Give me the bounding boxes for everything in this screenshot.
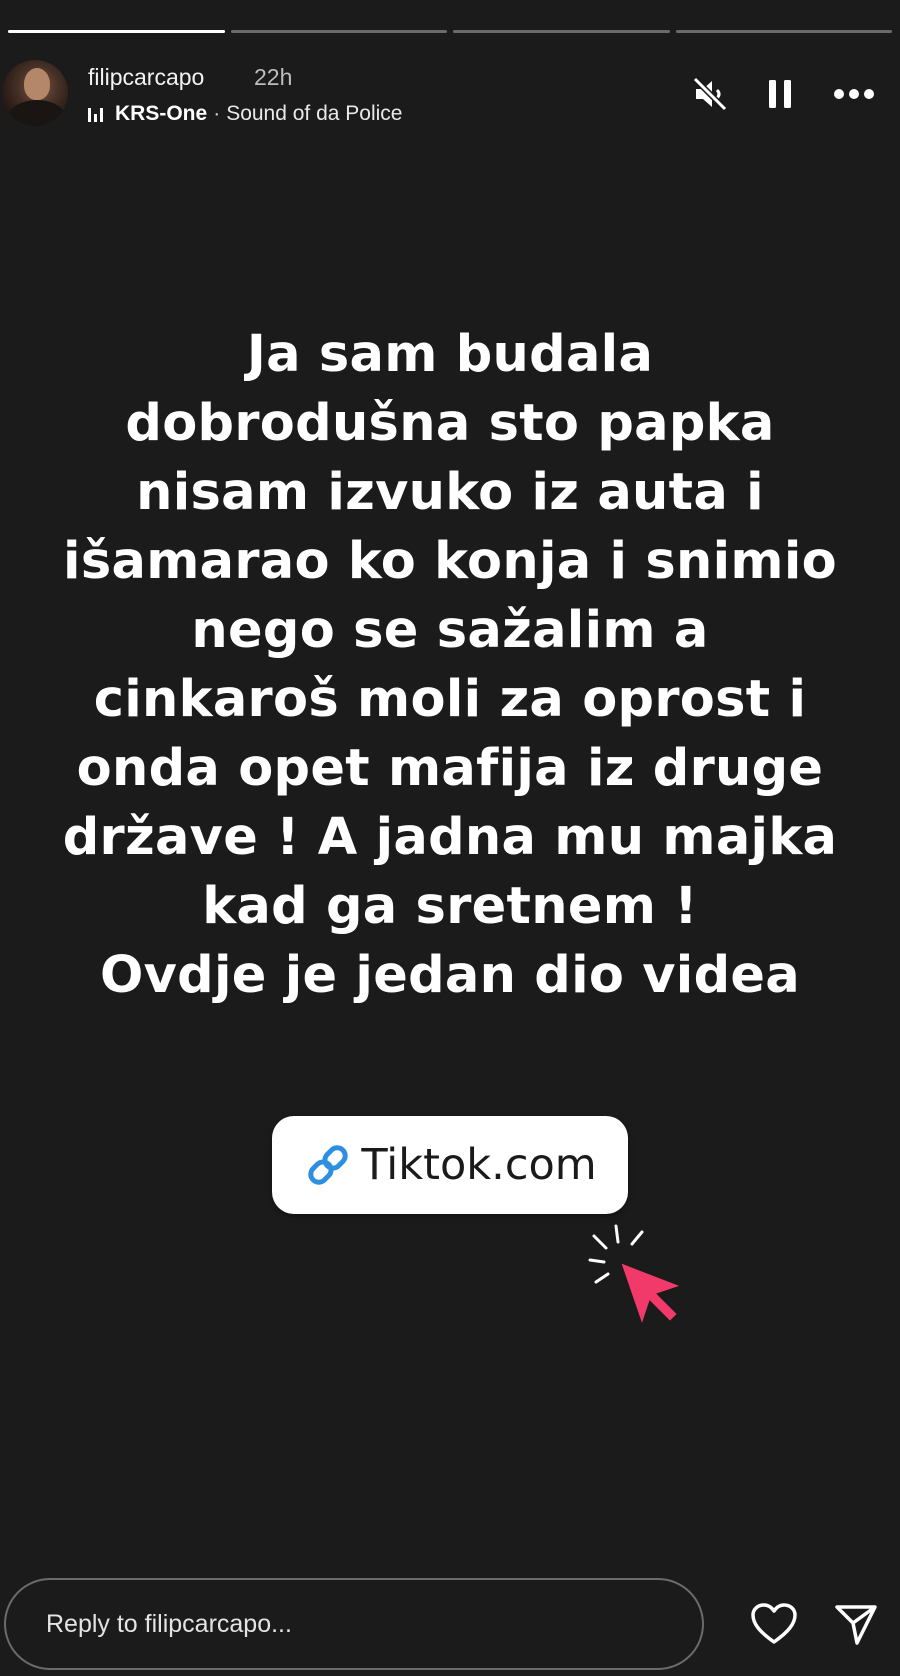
music-song: Sound of da Police: [226, 102, 403, 125]
progress-segment: [453, 30, 670, 33]
story-viewer: filipcarcapo 22h KRS-One · Sound of da P…: [0, 0, 900, 1676]
heart-icon: [751, 1603, 797, 1644]
link-sticker-label: Tiktok.com: [361, 1140, 597, 1190]
avatar-face: [24, 68, 50, 100]
story-text-line: cinkaroš moli za oprost i: [93, 670, 807, 729]
story-text-line: Ovdje je jedan dio videa: [99, 946, 801, 1005]
timestamp: 22h: [254, 64, 293, 90]
speaker-muted-icon: [692, 76, 728, 112]
story-text-line: onda opet mafija iz druge: [76, 739, 824, 798]
pointer-cursor-icon: [588, 1224, 685, 1330]
pause-button[interactable]: [758, 72, 802, 116]
link-icon: [308, 1145, 349, 1185]
progress-segment: [675, 30, 892, 33]
story-text-line: nego se sažalim a: [191, 601, 709, 660]
story-text-line: dobrodušna sto papka: [125, 394, 775, 453]
progress-fill: [8, 30, 225, 33]
story-text-line: države ! A jadna mu majka: [62, 808, 838, 867]
story-text-line: Ja sam budala: [246, 325, 654, 384]
pause-icon: [769, 80, 791, 108]
like-button[interactable]: [748, 1598, 800, 1650]
story-text: Ja sam budala dobrodušna sto papka nisam…: [20, 320, 880, 1010]
share-button[interactable]: [830, 1598, 882, 1650]
more-options-button[interactable]: [832, 72, 876, 116]
progress-segment: [230, 30, 447, 33]
progress-segment: [8, 30, 225, 33]
mute-button[interactable]: [688, 72, 732, 116]
story-text-line: kad ga sretnem !: [202, 877, 698, 936]
username[interactable]: filipcarcapo: [88, 64, 204, 91]
more-horizontal-icon: [834, 89, 874, 99]
story-header: filipcarcapo 22h KRS-One · Sound of da P…: [0, 58, 900, 132]
story-text-line: išamarao ko konja i snimio: [63, 532, 837, 591]
story-progress: [8, 30, 892, 34]
music-info[interactable]: KRS-One · Sound of da Police: [88, 102, 402, 126]
music-bars-icon: [88, 106, 103, 122]
music-separator: ·: [213, 102, 221, 125]
link-sticker[interactable]: Tiktok.com: [272, 1116, 628, 1214]
avatar[interactable]: [2, 60, 68, 126]
avatar-shoulders: [8, 100, 66, 126]
reply-input[interactable]: [4, 1578, 704, 1670]
story-text-line: nisam izvuko iz auta i: [136, 463, 764, 522]
music-artist: KRS-One: [115, 102, 208, 125]
send-icon: [835, 1605, 877, 1645]
